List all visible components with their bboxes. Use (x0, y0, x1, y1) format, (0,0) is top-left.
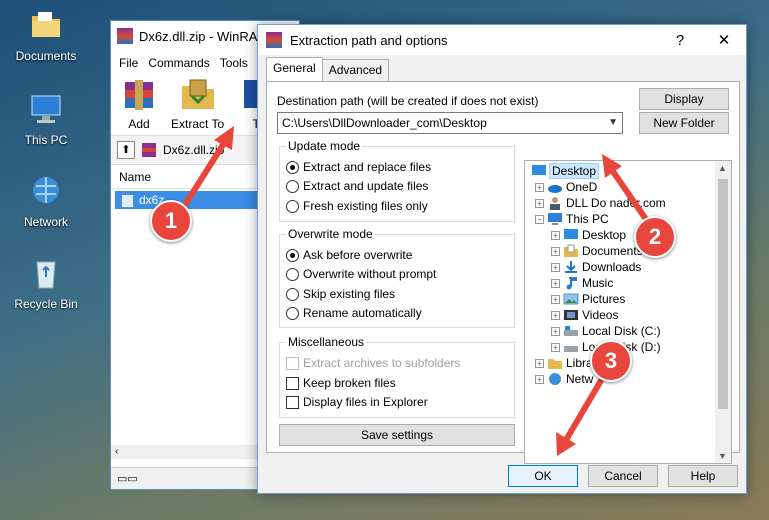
annotation-arrows (180, 126, 655, 456)
step-marker-2: 2 (634, 216, 676, 258)
arrow-2 (602, 154, 655, 231)
arrow-3 (556, 369, 609, 456)
arrow-1 (180, 126, 234, 211)
step-marker-3: 3 (590, 340, 632, 382)
step-marker-1: 1 (150, 200, 192, 242)
